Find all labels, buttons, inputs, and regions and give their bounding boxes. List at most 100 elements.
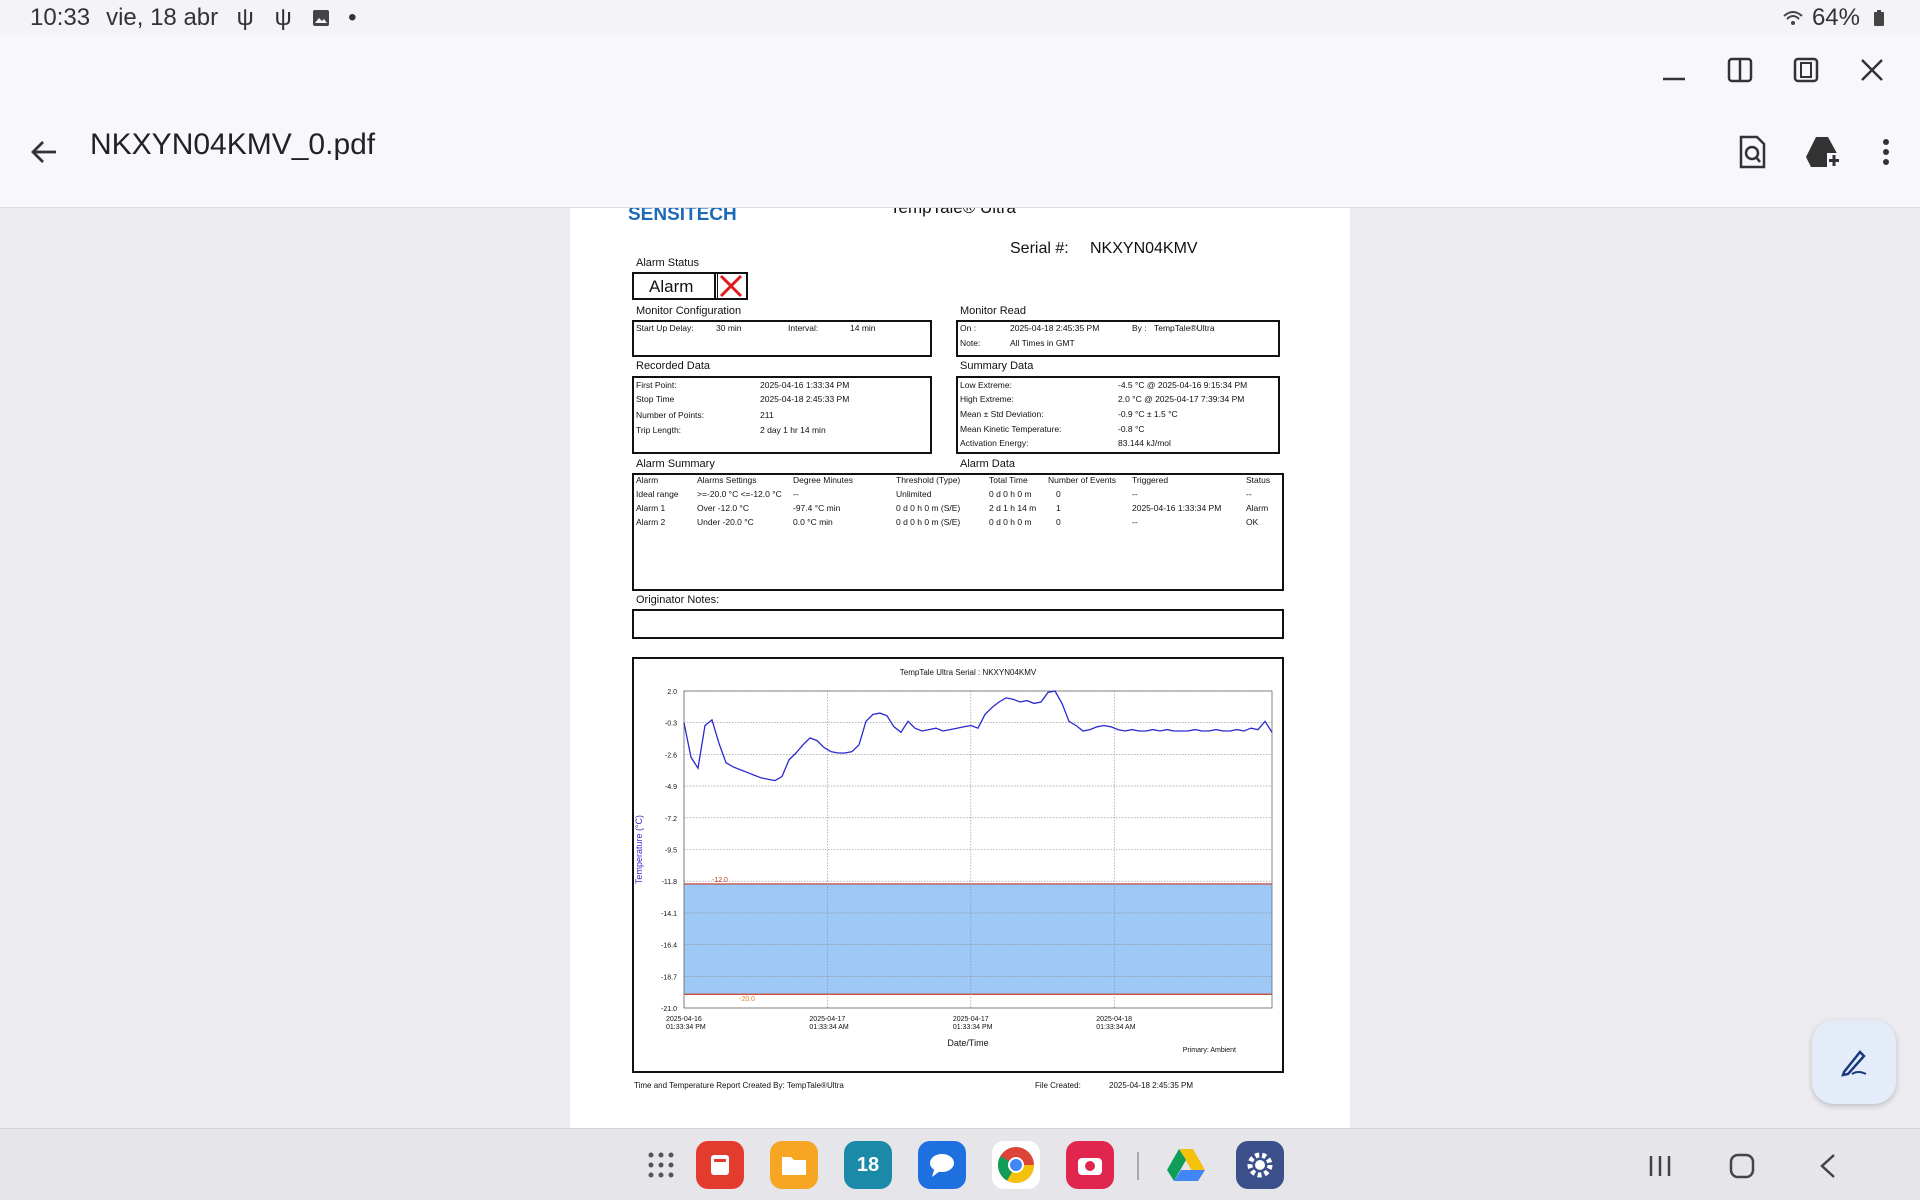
camera-app-icon[interactable] <box>1066 1141 1114 1189</box>
x-tick-label: 2025-04-17 <box>809 1016 845 1023</box>
ideal-range-band <box>684 883 1272 995</box>
close-icon[interactable] <box>1854 52 1890 88</box>
summary-key: Mean Kinetic Temperature: <box>960 424 1062 434</box>
x-axis-label: Date/Time <box>947 1038 988 1048</box>
monitor-read-box <box>956 320 1280 357</box>
upper-threshold-label: -12.0 <box>712 877 728 884</box>
drive-app-icon[interactable] <box>1162 1141 1210 1189</box>
drive-add-icon[interactable] <box>1802 130 1846 174</box>
y-tick-label: -9.5 <box>665 848 677 855</box>
table-cell: -- <box>1246 489 1252 499</box>
series-line-ambient <box>683 690 1273 782</box>
serial-label: Serial #: <box>1010 240 1069 257</box>
summary-value: -0.9 °C ± 1.5 °C <box>1118 409 1178 419</box>
summary-key: High Extreme: <box>960 394 1014 404</box>
date: vie, 18 abr <box>106 4 219 31</box>
by-value: TempTale®Ultra <box>1154 323 1215 333</box>
footer-file-created: 2025-04-18 2:45:35 PM <box>1109 1081 1194 1090</box>
chart-title: TempTale Ultra Serial : NKXYN04KMV <box>900 668 1037 677</box>
recents-icon[interactable] <box>1640 1146 1680 1186</box>
y-axis-label: Temperature (°C) <box>634 815 644 884</box>
summary-value: 83.144 kJ/mol <box>1118 438 1171 448</box>
more-options-icon[interactable] <box>1864 130 1908 174</box>
chrome-app-icon[interactable] <box>992 1141 1040 1189</box>
alarm-summary-title: Alarm Summary <box>636 458 715 470</box>
clock: 10:33 <box>30 4 91 31</box>
battery-icon <box>1868 7 1890 29</box>
notes-app-icon[interactable] <box>696 1141 744 1189</box>
table-cell: 1 <box>1056 503 1061 513</box>
split-view-icon[interactable] <box>1722 52 1758 88</box>
table-cell: Unlimited <box>896 489 932 499</box>
recorded-key: Stop Time <box>636 394 675 404</box>
usb-icon: ψ <box>274 4 292 31</box>
x-tick-label: 2025-04-18 <box>1096 1016 1132 1023</box>
calendar-day: 18 <box>856 1153 880 1176</box>
summary-key: Low Extreme: <box>960 380 1012 390</box>
summary-value: -4.5 °C @ 2025-04-16 9:15:34 PM <box>1118 380 1248 390</box>
on-value: 2025-04-18 2:45:35 PM <box>1010 323 1100 333</box>
recorded-key: Trip Length: <box>636 425 682 435</box>
table-cell: 0 <box>1056 517 1061 527</box>
table-cell: 0 d 0 h 0 m (S/E) <box>896 517 961 527</box>
table-cell: -97.4 °C min <box>793 503 841 513</box>
y-tick-label: -4.9 <box>665 784 677 791</box>
startup-value: 30 min <box>716 323 742 333</box>
search-document-icon[interactable] <box>1730 130 1774 174</box>
by-label: By : <box>1132 323 1147 333</box>
originator-notes-label: Originator Notes: <box>636 594 720 606</box>
product-name: TempTale® Ultra <box>890 208 1016 218</box>
table-header: Triggered <box>1132 475 1169 485</box>
back-nav-icon[interactable] <box>1808 1146 1848 1186</box>
monitor-config-title: Monitor Configuration <box>636 305 742 317</box>
pdf-viewer[interactable]: SENSITECH TempTale® Ultra Serial #: NKXY… <box>0 208 1920 1128</box>
back-arrow-icon[interactable] <box>24 132 64 172</box>
table-cell: 2025-04-16 1:33:34 PM <box>1132 503 1222 513</box>
startup-label: Start Up Delay: <box>636 323 694 333</box>
files-app-icon[interactable] <box>770 1141 818 1189</box>
minimize-icon[interactable] <box>1656 52 1692 88</box>
popup-view-icon[interactable] <box>1788 52 1824 88</box>
summary-data-title: Summary Data <box>960 360 1034 372</box>
gallery-icon <box>310 7 332 29</box>
recorded-key: First Point: <box>636 380 677 390</box>
table-header: Degree Minutes <box>793 475 854 485</box>
legend-label: Primary: Ambient <box>1183 1047 1236 1054</box>
pdf-page: SENSITECH TempTale® Ultra Serial #: NKXY… <box>570 208 1350 1128</box>
status-bar: 10:33 vie, 18 abr ψ ψ • 64% <box>0 0 1920 36</box>
table-header: Threshold (Type) <box>896 475 961 485</box>
usb-icon: ψ <box>236 4 254 31</box>
y-tick-label: -16.4 <box>661 943 677 950</box>
app-bar: NKXYN04KMV_0.pdf <box>0 96 1920 208</box>
table-cell: Alarm 1 <box>636 503 666 513</box>
table-cell: -- <box>1132 489 1138 499</box>
y-tick-label: -11.8 <box>662 879 678 886</box>
annotate-pen-button[interactable] <box>1812 1020 1896 1104</box>
y-tick-label: -0.3 <box>665 721 677 728</box>
alarm-data-title: Alarm Data <box>960 458 1016 470</box>
y-tick-label: -7.2 <box>665 816 677 823</box>
interval-value: 14 min <box>850 323 876 333</box>
table-header: Alarm <box>636 475 659 485</box>
calendar-app-icon[interactable]: 18 <box>844 1141 892 1189</box>
table-cell: Alarm <box>1246 503 1269 513</box>
x-tick-label: 01:33:34 PM <box>666 1024 706 1031</box>
x-tick-label: 01:33:34 PM <box>953 1024 993 1031</box>
originator-notes-box <box>632 609 1284 639</box>
table-cell: 2 d 1 h 14 m <box>989 503 1037 513</box>
serial-number: NKXYN04KMV <box>1090 240 1198 257</box>
home-icon[interactable] <box>1722 1146 1762 1186</box>
temperature-chart: -12.0 -20.0 2.0 -0.3 -2.6 -4.9 -7.2 -9.5 -11.8 -1… <box>634 668 1273 1054</box>
table-header: Total Time <box>989 475 1028 485</box>
recorded-value: 2 day 1 hr 14 min <box>760 425 826 435</box>
settings-app-icon[interactable] <box>1236 1141 1284 1189</box>
recorded-value: 211 <box>760 410 774 420</box>
alarm-status-value: Alarm <box>649 277 694 296</box>
note-value: All Times in GMT <box>1010 338 1075 348</box>
app-drawer-icon[interactable] <box>637 1141 685 1189</box>
summary-value: -0.8 °C <box>1118 424 1145 434</box>
messages-app-icon[interactable] <box>918 1141 966 1189</box>
summary-value: 2.0 °C @ 2025-04-17 7:39:34 PM <box>1118 394 1245 404</box>
battery-level: 64% <box>1811 4 1860 31</box>
recorded-value: 2025-04-16 1:33:34 PM <box>760 380 850 390</box>
